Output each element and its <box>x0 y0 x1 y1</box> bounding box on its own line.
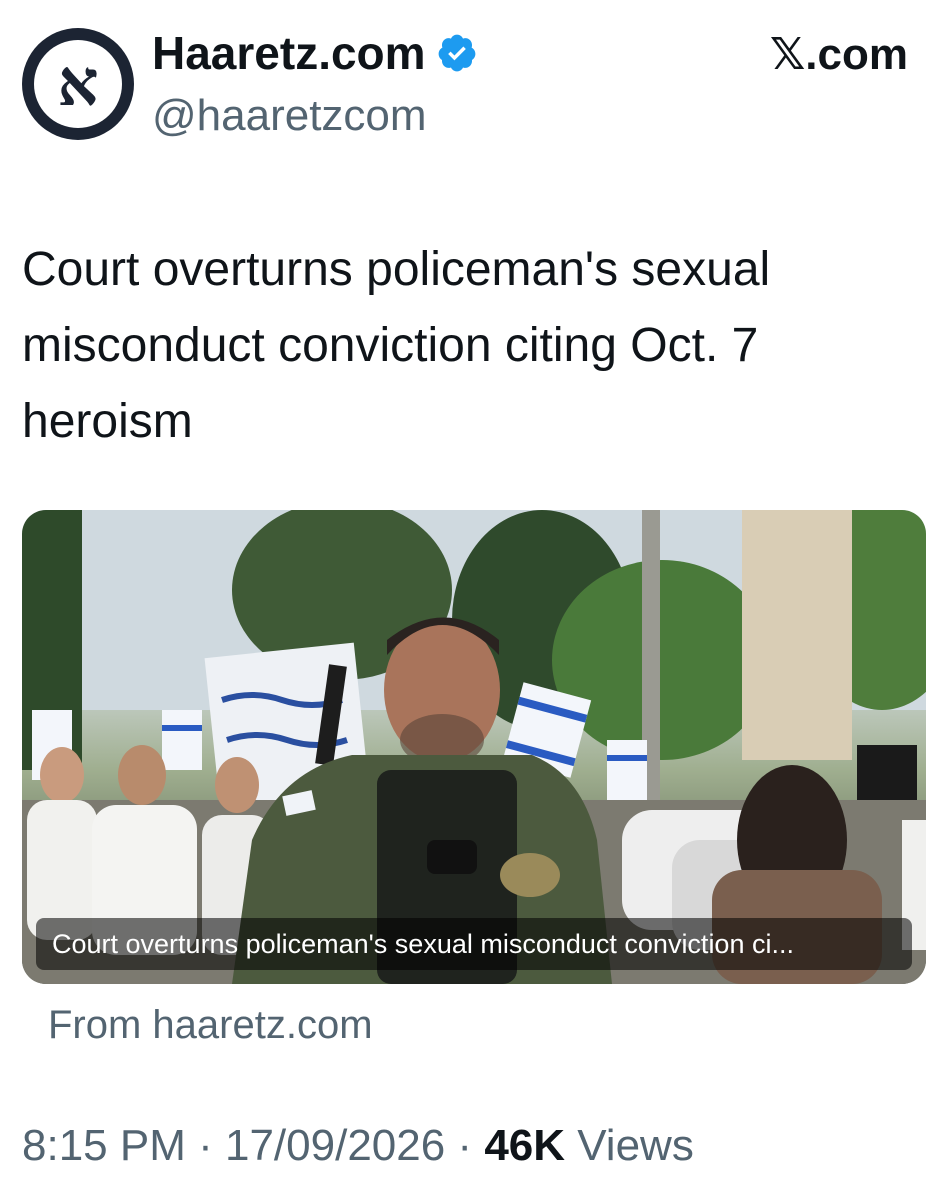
tweet-time[interactable]: 8:15 PM <box>22 1121 186 1170</box>
verified-badge-icon <box>438 34 475 72</box>
x-logo-icon: 𝕏 <box>769 29 806 80</box>
avatar[interactable]: א <box>22 28 134 140</box>
tweet-date[interactable]: 17/09/2026 <box>225 1121 445 1170</box>
account-handle[interactable]: @haaretzcom <box>152 90 427 142</box>
meta-separator: · <box>185 1121 225 1170</box>
meta-separator: · <box>445 1121 485 1170</box>
card-photo <box>22 510 926 984</box>
card-source[interactable]: From haaretz.com <box>48 1000 373 1050</box>
tweet-meta: 8:15 PM · 17/09/2026 · 46K Views <box>22 1120 694 1172</box>
views-label: Views <box>565 1121 694 1170</box>
views-count: 46K <box>484 1121 566 1170</box>
brand-label: .com <box>805 30 908 79</box>
display-name[interactable]: Haaretz.com <box>152 26 426 80</box>
avatar-inner: א <box>34 40 122 128</box>
haaretz-logo-icon: א <box>57 46 99 121</box>
tweet-text: Court overturns policeman's sexual misco… <box>22 243 771 448</box>
link-card[interactable]: Court overturns policeman's sexual misco… <box>22 510 926 984</box>
x-brand: 𝕏.com <box>770 30 908 80</box>
card-caption: Court overturns policeman's sexual misco… <box>36 918 912 970</box>
name-row: Haaretz.com <box>152 26 478 80</box>
